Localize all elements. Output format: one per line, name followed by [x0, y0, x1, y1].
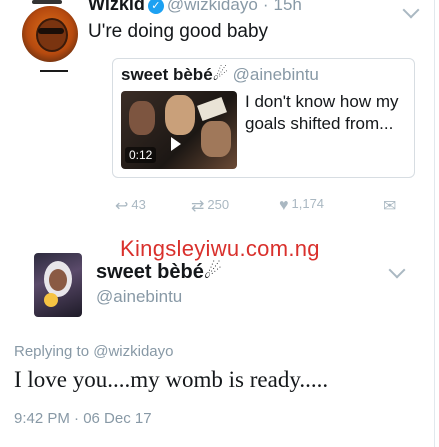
play-icon[interactable] [171, 137, 181, 151]
like-count: 1,174 [291, 196, 325, 211]
retweet-button[interactable]: ⇄ 250 [191, 196, 229, 216]
author-name[interactable]: sweet bèbé☄ [96, 259, 222, 284]
retweet-count: 250 [207, 197, 230, 212]
timeline-border [434, 0, 435, 447]
avatar[interactable] [22, 6, 78, 62]
direct-message-button[interactable]: ✉ [383, 196, 399, 216]
thumbnail-card [197, 97, 227, 121]
tweet-timestamp[interactable]: 9:42 PM · 06 Dec 17 [14, 410, 152, 427]
author-handle[interactable]: @wizkidayo [167, 0, 258, 14]
avatar-face [49, 269, 67, 291]
envelope-icon: ✉ [383, 198, 397, 215]
chevron-down-icon[interactable] [402, 1, 420, 19]
retweet-icon: ⇄ [191, 198, 205, 215]
quoted-tweet-header: sweet bèbé☄ @ainebintu [121, 65, 319, 85]
video-thumbnail[interactable]: 0:12 [121, 91, 237, 169]
quoted-tweet-card[interactable]: sweet bèbé☄ @ainebintu 0:12 I don't know… [112, 58, 415, 178]
separator: · [262, 0, 269, 14]
tweet-text: U're doing good baby [88, 21, 269, 42]
author-name[interactable]: Wizkid [88, 0, 145, 14]
reply-button[interactable]: ↩ 43 [115, 196, 146, 216]
replying-to-label: Replying to [14, 343, 90, 360]
verified-badge-icon: ✓ [147, 0, 164, 14]
avatar[interactable] [34, 253, 82, 317]
quoted-tweet-text: I don't know how my goals shifted from..… [245, 92, 399, 133]
avatar-sunglasses [38, 28, 64, 34]
replying-to-handle[interactable]: @wizkidayo [93, 343, 173, 360]
tweet-header: Wizkid ✓ @wizkidayo · 15h [88, 0, 302, 15]
chevron-down-icon[interactable] [388, 261, 406, 279]
avatar-face [36, 18, 68, 52]
thumbnail-figure [201, 121, 231, 157]
heart-icon: ♥ [279, 197, 289, 214]
tweet-text: I love you....my womb is ready..... [14, 367, 329, 392]
replying-to: Replying to @wizkidayo [14, 343, 173, 360]
video-duration: 0:12 [125, 147, 157, 163]
thumbnail-figure [165, 95, 195, 135]
reply-icon: ↩ [115, 198, 129, 215]
tweet-time[interactable]: 15h [274, 0, 302, 14]
thread-line [40, 70, 68, 72]
reply-count: 43 [131, 197, 146, 212]
author-handle[interactable]: @ainebintu [96, 287, 182, 307]
thread-connector [32, 0, 62, 4]
emoji-icon [44, 293, 58, 307]
like-button[interactable]: ♥ 1,174 [279, 196, 324, 215]
quoted-author-handle: @ainebintu [232, 65, 319, 84]
quoted-author-name: sweet bèbé☄ [121, 65, 228, 84]
thumbnail-figure [129, 101, 155, 135]
tweet-actions: ↩ 43 ⇄ 250 ♥ 1,174 ✉ [115, 196, 415, 216]
